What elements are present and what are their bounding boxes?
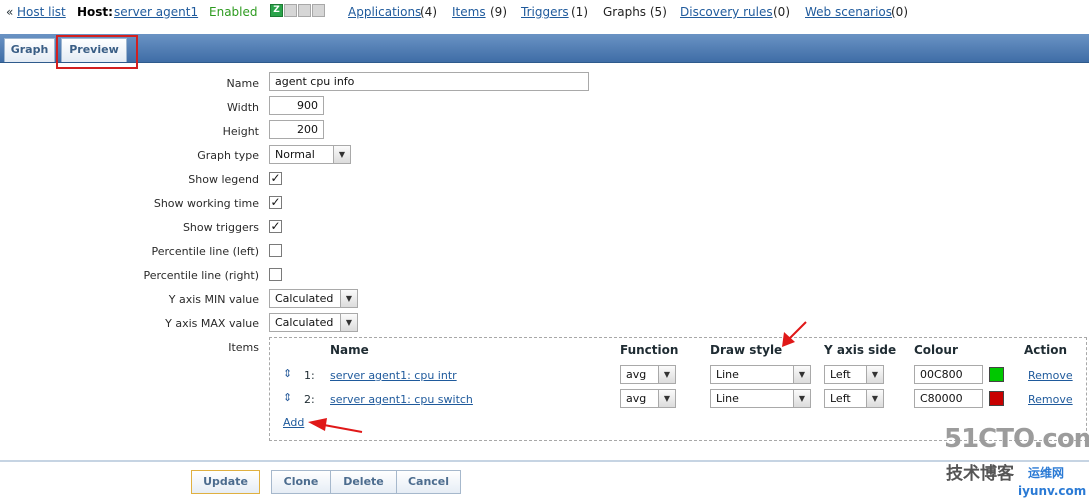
arrow-add-annotation xyxy=(308,418,363,433)
watermark-site-url: iyunv.com xyxy=(1018,484,1087,498)
watermark-site-name: 运维网 xyxy=(1028,466,1065,480)
cancel-button[interactable]: Cancel xyxy=(396,470,461,494)
update-button[interactable]: Update xyxy=(191,470,260,494)
annotation-arrows xyxy=(308,321,807,433)
clone-button[interactable]: Clone xyxy=(271,470,331,494)
watermark-logo: 51CTO.com xyxy=(944,424,1089,454)
arrow-draw-style-annotation xyxy=(782,321,807,347)
footer-divider xyxy=(0,460,1089,462)
delete-button[interactable]: Delete xyxy=(330,470,397,494)
watermark-blog: 技术博客 xyxy=(946,464,1014,484)
